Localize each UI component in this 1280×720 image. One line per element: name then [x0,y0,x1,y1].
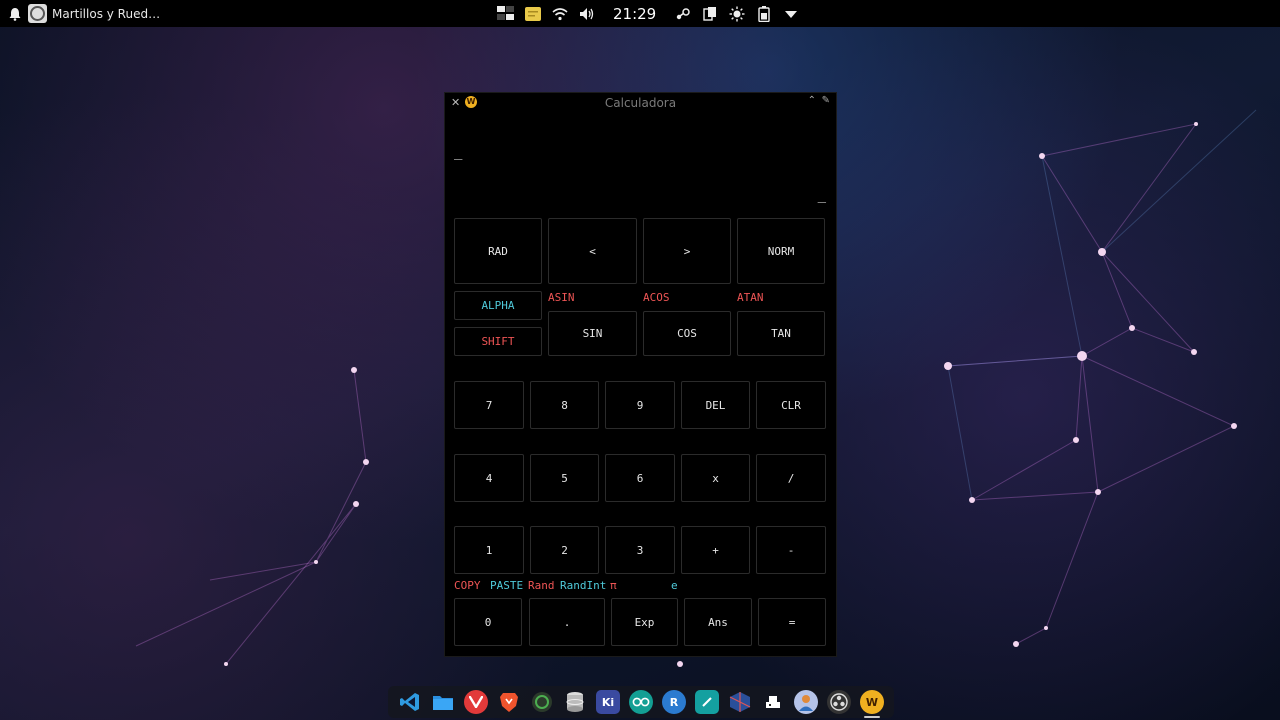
virtualbox-icon[interactable] [728,690,752,714]
network-icon[interactable] [497,5,514,22]
notes-icon[interactable] [524,5,541,22]
task-app-icon [28,4,47,23]
digit-5-button[interactable]: 5 [530,454,599,502]
terminal-icon[interactable] [695,690,719,714]
norm-button[interactable]: NORM [737,218,825,284]
divide-button[interactable]: / [756,454,826,502]
digit-2-button[interactable]: 2 [530,526,599,574]
clipboard-icon[interactable] [701,5,718,22]
shift-button[interactable]: SHIFT [454,327,542,356]
digit-4-button[interactable]: 4 [454,454,524,502]
task-title: Martillos y Rued… [52,6,161,21]
minus-button[interactable]: - [756,526,826,574]
randint-label: RandInt [560,579,607,592]
equals-button[interactable]: = [758,598,826,646]
acos-label: ACOS [643,291,670,304]
arduino-icon[interactable] [530,690,554,714]
copy-label: COPY [454,579,481,592]
digit-9-button[interactable]: 9 [605,381,675,429]
digit-3-button[interactable]: 3 [605,526,675,574]
brave-icon[interactable] [497,690,521,714]
asin-label: ASIN [548,291,575,304]
calculator-display: _ _ [445,113,836,213]
digit-6-button[interactable]: 6 [605,454,675,502]
calculator-icon[interactable]: W [860,690,884,718]
top-panel: Martillos y Rued… 21:29 [0,0,1280,27]
sin-button[interactable]: SIN [548,311,637,356]
rand-label: Rand [528,579,555,592]
ans-button[interactable]: Ans [684,598,752,646]
alpha-button[interactable]: ALPHA [454,291,542,320]
delete-button[interactable]: DEL [681,381,750,429]
digit-0-button[interactable]: 0 [454,598,522,646]
calculator-window: ✕ W Calculadora ⌃ ✎ _ _ RAD < > NORM ALP… [444,92,837,657]
r-icon[interactable]: R [662,690,686,714]
pin-icon[interactable]: ✎ [822,95,830,106]
battery-icon[interactable] [755,5,772,22]
plus-button[interactable]: + [681,526,750,574]
wifi-icon[interactable] [551,5,568,22]
pi-label: π [610,579,617,592]
brightness-icon[interactable] [728,5,745,22]
result-line: _ [817,187,826,203]
files-icon[interactable] [431,690,455,714]
atan-label: ATAN [737,291,764,304]
taskbar-task[interactable]: Martillos y Rued… [28,4,160,23]
database-icon[interactable] [563,690,587,714]
input-line: _ [454,144,463,160]
rad-button[interactable]: RAD [454,218,542,284]
e-label: e [671,579,678,592]
tan-button[interactable]: TAN [737,311,825,356]
paste-label: PASTE [490,579,524,592]
vscode-icon[interactable] [398,690,422,714]
multiply-button[interactable]: x [681,454,750,502]
obs-icon[interactable] [827,690,851,714]
clear-button[interactable]: CLR [756,381,826,429]
keep-above-icon[interactable]: ⌃ [808,95,816,106]
clock[interactable]: 21:29 [613,5,656,23]
window-titlebar[interactable]: ✕ W Calculadora ⌃ ✎ [445,93,836,113]
digit-7-button[interactable]: 7 [454,381,524,429]
vivaldi-icon[interactable] [464,690,488,714]
window-title: Calculadora [604,96,677,110]
menu-arrow-icon[interactable] [782,5,799,22]
exp-button[interactable]: Exp [611,598,678,646]
cursor-left-button[interactable]: < [548,218,637,284]
digit-8-button[interactable]: 8 [530,381,599,429]
cursor-right-button[interactable]: > [643,218,731,284]
cos-button[interactable]: COS [643,311,731,356]
digit-1-button[interactable]: 1 [454,526,524,574]
user-icon[interactable] [794,690,818,714]
steam-icon[interactable] [674,5,691,22]
decimal-point-button[interactable]: . [529,598,605,646]
arduino-ide-icon[interactable] [629,690,653,714]
dock: Ki R W [388,686,894,718]
volume-icon[interactable] [578,5,595,22]
notification-bell-icon[interactable] [8,7,22,21]
kicad-icon[interactable]: Ki [596,690,620,714]
keyboard-icon[interactable] [761,690,785,714]
